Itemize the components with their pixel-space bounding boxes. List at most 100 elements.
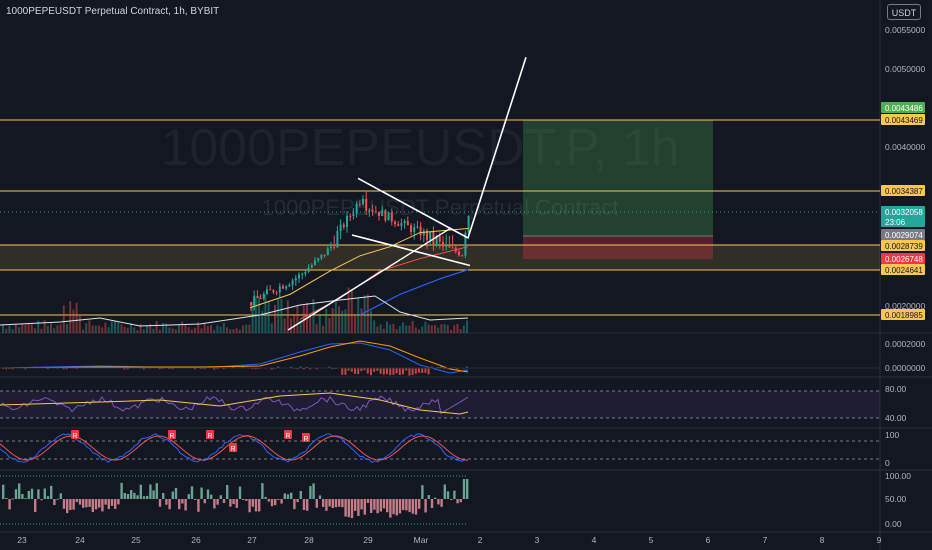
volume-bar: [110, 321, 113, 333]
stop-loss-zone: [523, 236, 713, 259]
osc-bar: [430, 499, 434, 509]
osc-bar: [5, 497, 8, 499]
volume-bar: [370, 310, 372, 333]
volume-bar: [66, 324, 68, 333]
rsi-tick: 80.00: [885, 384, 907, 394]
osc-bar: [238, 486, 242, 499]
volume-bar: [290, 318, 292, 333]
macd-histogram-bar: [408, 368, 411, 376]
price-tick: 0.0040000: [885, 142, 925, 152]
osc-bar: [427, 495, 430, 499]
osc-bar: [229, 499, 232, 507]
volume-bar: [350, 290, 353, 333]
time-tick: 4: [592, 535, 597, 545]
price-label: 23:06: [885, 218, 906, 227]
osc-bar: [293, 499, 296, 510]
currency-button[interactable]: USDT: [887, 4, 921, 20]
osc-bar: [261, 483, 264, 499]
volume-bar: [379, 324, 382, 333]
osc-bar: [40, 499, 43, 501]
osc-bar: [133, 492, 136, 499]
macd-histogram-bar: [389, 368, 392, 376]
osc-bar: [242, 499, 245, 500]
macd-histogram-bar: [344, 368, 347, 375]
volume-bar: [274, 304, 276, 333]
osc-bar: [382, 499, 386, 509]
volume-bar: [69, 301, 72, 333]
price-label: 0.0028739: [885, 242, 923, 251]
volume-bar: [322, 325, 324, 333]
volume-bar: [446, 325, 449, 333]
osc-bar: [363, 499, 366, 515]
volume-bar: [91, 325, 94, 333]
osc-bar: [11, 498, 14, 500]
osc-bar: [347, 499, 350, 518]
volume-bar: [392, 323, 395, 333]
candle-body: [461, 255, 464, 257]
chart[interactable]: 1000PEPEUSDT.P, 1h1000PEPEUSDT Perpetual…: [0, 0, 932, 550]
volume-bar: [123, 326, 126, 333]
volume-bar: [430, 325, 433, 333]
volume-bar: [267, 301, 270, 333]
osc-tick: 0.00: [885, 519, 902, 529]
candle-body: [387, 212, 390, 221]
candle-body: [310, 264, 313, 268]
macd-histogram-bar: [418, 368, 420, 373]
price-label: 0.0043486: [885, 104, 923, 113]
osc-bar: [206, 489, 210, 499]
macd-histogram-bar: [341, 368, 344, 375]
osc-bar: [328, 499, 331, 507]
volume-bar: [107, 327, 110, 333]
macd-tick: 0.0002000: [885, 339, 925, 349]
candle-body: [253, 295, 256, 306]
osc-bar: [302, 499, 306, 511]
osc-bar: [78, 499, 82, 505]
volume-bar: [242, 325, 244, 333]
volume-bar: [328, 317, 331, 333]
osc-bar: [152, 490, 155, 499]
macd-histogram-bar: [392, 368, 395, 375]
candle-body: [368, 209, 371, 211]
osc-tick: 100.00: [885, 471, 911, 481]
osc-bar: [344, 499, 347, 517]
osc-bar: [350, 499, 354, 519]
volume-bar: [146, 325, 148, 333]
osc-bar: [267, 499, 270, 502]
volume-bar: [462, 325, 465, 333]
candle-body: [285, 286, 288, 289]
osc-bar: [101, 499, 104, 512]
volume-bar: [187, 327, 190, 333]
candle-body: [458, 251, 460, 256]
candle-body: [256, 295, 259, 298]
candle-body: [262, 293, 265, 299]
osc-bar: [370, 499, 373, 513]
time-tick: 26: [191, 535, 201, 545]
volume-bar: [466, 320, 468, 333]
osc-bar: [69, 499, 72, 510]
osc-bar: [254, 499, 258, 512]
osc-bar: [459, 499, 462, 503]
osc-bar: [453, 490, 456, 499]
volume-bar: [277, 299, 280, 333]
candle-body: [445, 245, 448, 247]
osc-bar: [450, 499, 453, 500]
time-tick: 5: [649, 535, 654, 545]
osc-bar: [114, 499, 117, 509]
candle-body: [467, 215, 470, 233]
volume-bar: [418, 329, 420, 333]
time-tick: 24: [75, 535, 85, 545]
macd-histogram-bar: [424, 368, 427, 373]
osc-bar: [94, 499, 98, 510]
volume-bar: [238, 329, 241, 333]
osc-bar: [395, 499, 398, 516]
osc-bar: [56, 498, 59, 500]
volume-bar: [427, 324, 430, 333]
volume-bar: [235, 328, 238, 333]
rsi-tick: 40.00: [885, 413, 907, 423]
volume-bar: [248, 324, 251, 333]
osc-bar: [373, 499, 376, 510]
volume-bar: [354, 313, 356, 333]
volume-bar: [286, 300, 289, 333]
osc-bar: [171, 491, 174, 499]
volume-bar: [338, 306, 340, 333]
